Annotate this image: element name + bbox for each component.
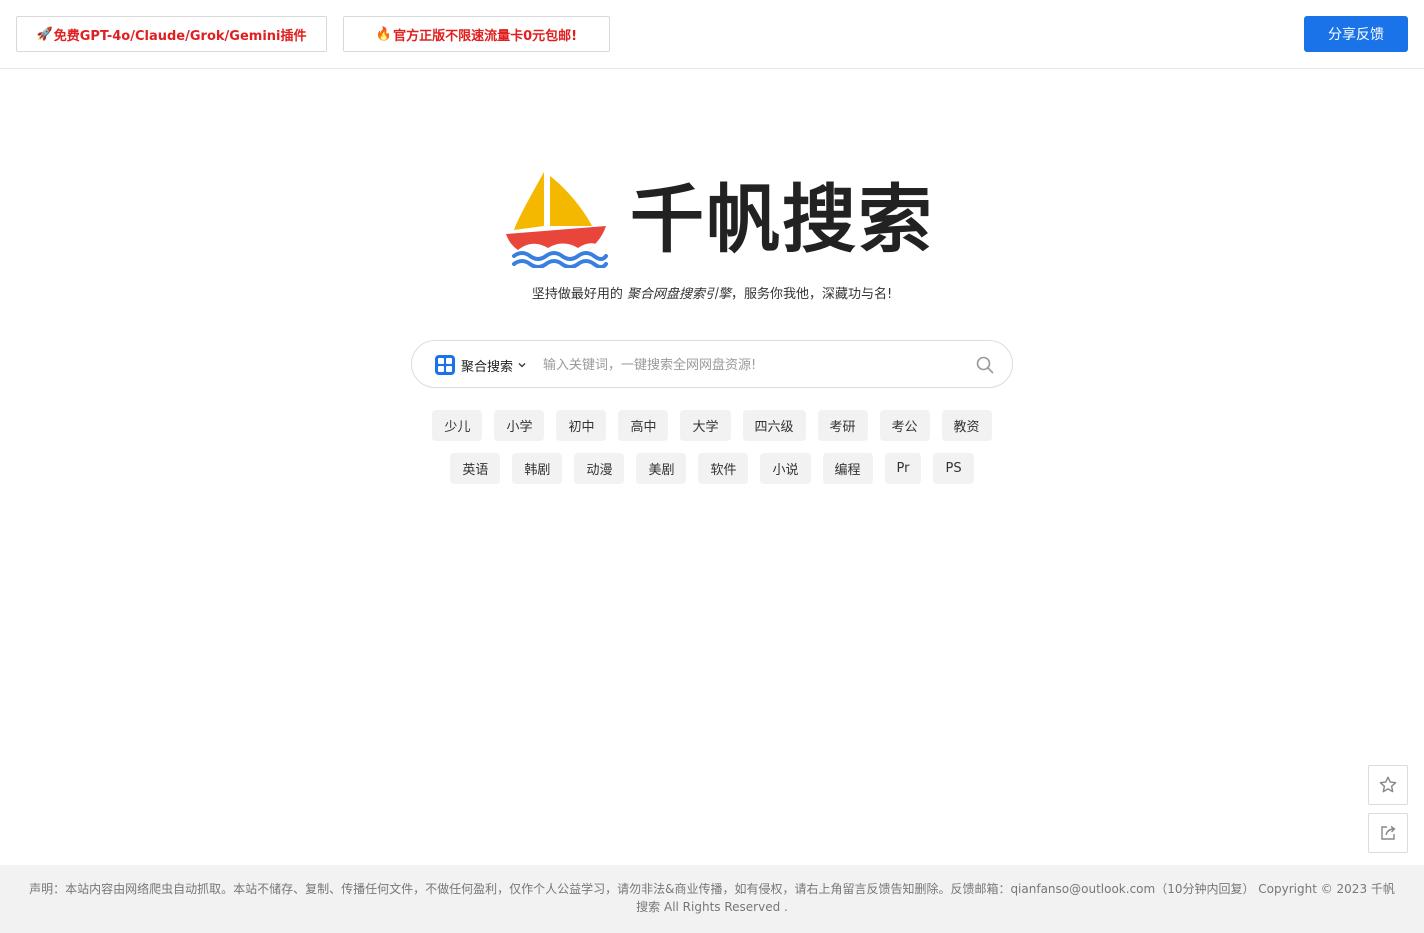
promo-ai-plugin-label: 免费GPT-4o/Claude/Grok/Gemini插件 bbox=[53, 28, 307, 44]
top-bar: 🚀 免费GPT-4o/Claude/Grok/Gemini插件 🔥 官方正版不限… bbox=[0, 0, 1424, 69]
search-type-label: 聚合搜索 bbox=[461, 359, 514, 375]
site-name: 千帆搜索 bbox=[630, 177, 934, 263]
tag-software[interactable]: 软件 bbox=[698, 453, 749, 484]
tag-english[interactable]: 英语 bbox=[450, 453, 501, 484]
tag-xiaoxue[interactable]: 小学 bbox=[494, 410, 545, 441]
tag-programming[interactable]: 编程 bbox=[822, 453, 873, 484]
tag-anime[interactable]: 动漫 bbox=[574, 453, 625, 484]
search-input[interactable] bbox=[543, 353, 963, 377]
chevron-down-icon bbox=[518, 363, 526, 368]
tagline-after: ，服务你我他，深藏功与名! bbox=[730, 287, 893, 302]
promo-sim-card-label: 官方正版不限速流量卡0元包邮! bbox=[393, 28, 578, 44]
tag-shaoer[interactable]: 少儿 bbox=[432, 410, 483, 441]
promo-ai-plugin-button[interactable]: 🚀 免费GPT-4o/Claude/Grok/Gemini插件 bbox=[16, 16, 327, 52]
tag-jiaozi[interactable]: 教资 bbox=[941, 410, 992, 441]
page: 🚀 免费GPT-4o/Claude/Grok/Gemini插件 🔥 官方正版不限… bbox=[0, 0, 1424, 933]
promo-sim-card-button[interactable]: 🔥 官方正版不限速流量卡0元包邮! bbox=[343, 16, 610, 52]
star-icon bbox=[1379, 776, 1397, 793]
tag-us-drama[interactable]: 美剧 bbox=[636, 453, 687, 484]
tag-novel[interactable]: 小说 bbox=[760, 453, 811, 484]
tag-cet[interactable]: 四六级 bbox=[742, 410, 806, 441]
quick-tags-row-2: 英语 韩剧 动漫 美剧 软件 小说 编程 Pr PS bbox=[0, 453, 1424, 484]
tag-chuzhong[interactable]: 初中 bbox=[556, 410, 607, 441]
tagline-before: 坚持做最好用的 bbox=[531, 287, 627, 302]
fire-icon: 🔥 bbox=[375, 26, 393, 42]
tag-ps[interactable]: PS bbox=[933, 453, 974, 484]
tagline: 坚持做最好用的 聚合网盘搜索引擎，服务你我他，深藏功与名! bbox=[0, 283, 1424, 302]
tag-pr[interactable]: Pr bbox=[884, 453, 922, 484]
tag-gaozhong[interactable]: 高中 bbox=[618, 410, 669, 441]
tagline-emphasis: 聚合网盘搜索引擎 bbox=[626, 287, 731, 302]
share-icon bbox=[1381, 825, 1396, 840]
site-logo: 千帆搜索 bbox=[504, 170, 932, 270]
quick-tags-row-1: 少儿 小学 初中 高中 大学 四六级 考研 考公 教资 bbox=[0, 410, 1424, 441]
tag-korean-drama[interactable]: 韩剧 bbox=[512, 453, 563, 484]
sailboat-logo-icon bbox=[506, 172, 608, 268]
search-icon[interactable] bbox=[975, 355, 995, 375]
favorite-button[interactable] bbox=[1368, 765, 1408, 805]
grid-icon bbox=[435, 355, 455, 375]
share-feedback-button[interactable]: 分享反馈 bbox=[1304, 16, 1408, 52]
search-type-dropdown[interactable]: 聚合搜索 bbox=[435, 354, 527, 376]
tag-kaoyan[interactable]: 考研 bbox=[817, 410, 868, 441]
share-button[interactable] bbox=[1368, 813, 1408, 853]
rocket-icon: 🚀 bbox=[36, 26, 53, 42]
tag-kaogong[interactable]: 考公 bbox=[879, 410, 930, 441]
tag-daxue[interactable]: 大学 bbox=[680, 410, 731, 441]
footer-disclaimer: 声明：本站内容由网络爬虫自动抓取。本站不储存、复制、传播任何文件，不做任何盈利，… bbox=[0, 865, 1424, 933]
search-bar: 聚合搜索 bbox=[411, 340, 1013, 388]
